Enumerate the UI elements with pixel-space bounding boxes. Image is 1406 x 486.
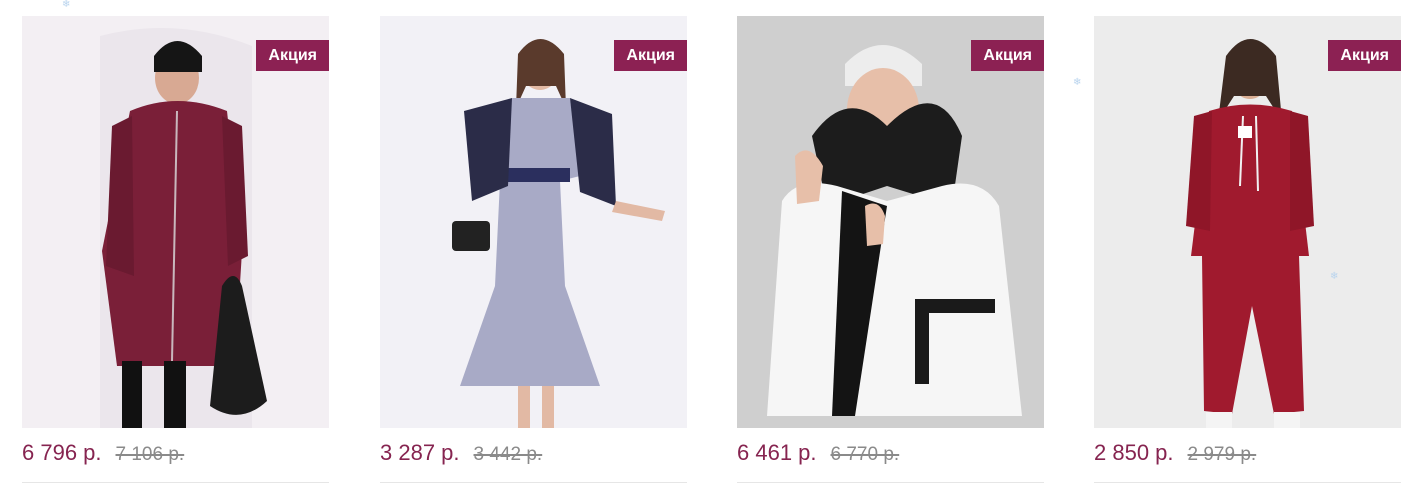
price-row: 2 850 р. 2 979 р. [1094,440,1256,466]
divider [380,482,687,483]
snowflake-icon: ❄ [1073,77,1082,88]
divider [22,482,329,483]
old-price: 3 442 р. [473,444,543,465]
price-row: 6 461 р. 6 770 р. [737,440,899,466]
promo-badge: Акция [971,40,1044,71]
divider [1094,482,1401,483]
current-price: 6 796 р. [22,440,102,465]
product-card[interactable]: Акция 2 850 р. 2 979 р. [1094,16,1401,486]
product-image[interactable]: Акция [22,16,329,428]
product-card[interactable]: Акция 6 461 р. 6 770 р. [737,16,1044,486]
current-price: 6 461 р. [737,440,817,465]
product-card[interactable]: Акция 6 796 р. 7 106 р. [22,16,329,486]
product-image[interactable]: Акция [737,16,1044,428]
price-row: 6 796 р. 7 106 р. [22,440,184,466]
red-hoodie-tracksuit-photo [1094,16,1401,428]
promo-badge: Акция [614,40,687,71]
white-puffer-jacket-photo [737,16,1044,428]
product-card[interactable]: Акция 3 287 р. 3 442 р. [380,16,687,486]
old-price: 2 979 р. [1187,444,1257,465]
old-price: 7 106 р. [115,444,185,465]
current-price: 2 850 р. [1094,440,1174,465]
promo-badge: Акция [256,40,329,71]
divider [737,482,1044,483]
price-row: 3 287 р. 3 442 р. [380,440,542,466]
promo-badge: Акция [1328,40,1401,71]
product-image[interactable]: Акция [1094,16,1401,428]
product-image[interactable]: Акция [380,16,687,428]
snowflake-icon: ❄ [62,0,71,10]
product-grid: Акция 6 796 р. 7 106 р. Акция 3 287 р. 3… [0,0,1406,486]
snowflake-icon: ❄ [1330,271,1339,282]
burgundy-quilted-long-coat-photo [22,16,329,428]
lavender-double-breasted-dress-photo [380,16,687,428]
current-price: 3 287 р. [380,440,460,465]
old-price: 6 770 р. [830,444,900,465]
